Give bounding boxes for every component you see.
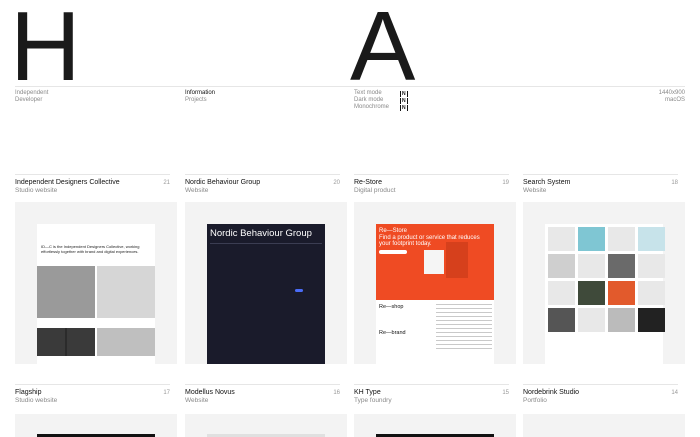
project-thumbnail[interactable] (523, 202, 685, 364)
project-card-khtype[interactable]: KH Type 15 Type foundry (354, 384, 509, 405)
search-image-grid (545, 224, 665, 335)
project-thumbnail[interactable]: Nordic Behaviour Group (185, 202, 347, 364)
project-title: Re-Store (354, 179, 383, 186)
restore-product-box (424, 250, 444, 274)
hero-letter-a: A (350, 0, 415, 101)
project-title: Flagship (15, 389, 42, 396)
project-type: Digital product (354, 187, 396, 194)
nordic-screenshot: Nordic Behaviour Group (207, 224, 325, 364)
idc-screenshot: ID—C is the Independent Designers Collec… (37, 224, 155, 364)
project-thumbnail[interactable] (15, 414, 177, 437)
project-type: Type foundry (354, 397, 392, 404)
idc-image-headphones (97, 266, 155, 318)
project-card-restore[interactable]: Re-Store 19 Digital product Re—Store Find … (354, 174, 516, 364)
project-card-idc[interactable]: Independent Designers Collective 21 Studi… (15, 174, 177, 364)
project-title: KH Type (354, 389, 381, 396)
project-thumbnail[interactable] (354, 414, 516, 437)
nav-information-link[interactable]: Information (185, 90, 215, 97)
search-screenshot (545, 224, 665, 364)
project-card-flagship[interactable]: Flagship 17 Studio website (15, 384, 170, 405)
text-mode-toggle[interactable]: N (400, 90, 408, 97)
project-type: Website (185, 397, 209, 404)
project-title: Independent Designers Collective (15, 179, 120, 186)
screen-info: 1440x900 macOS (659, 90, 685, 104)
project-thumbnail[interactable] (523, 414, 685, 437)
screen-resolution: 1440x900 (658, 90, 685, 96)
text-mode-row[interactable]: Text mode N (354, 90, 408, 97)
project-number: 18 (671, 180, 678, 186)
project-number: 14 (671, 390, 678, 396)
project-thumbnail[interactable]: Re—Store Find a product or service that r… (354, 202, 516, 364)
restore-heading: Re—Store (379, 228, 408, 234)
divider (210, 243, 322, 244)
project-card-modellus[interactable]: Modellus Novus 16 Website (185, 384, 340, 405)
nav-links: Information Projects (185, 90, 215, 104)
project-number: 19 (502, 180, 509, 186)
project-type: Portfolio (523, 397, 547, 404)
restore-hero: Re—Store Find a product or service that r… (376, 224, 494, 300)
project-number: 15 (502, 390, 509, 396)
profile-line-1: Independent (15, 90, 49, 96)
project-type: Website (185, 187, 209, 194)
text-mode-label: Text mode (354, 90, 382, 96)
header-divider (15, 86, 685, 87)
monochrome-label: Monochrome (354, 104, 390, 110)
project-title: Modellus Novus (185, 389, 235, 396)
project-number: 17 (163, 390, 170, 396)
project-thumbnail[interactable] (185, 414, 347, 437)
monochrome-row[interactable]: Monochrome N (354, 104, 408, 111)
restore-product-box-2 (446, 242, 468, 278)
project-type: Studio website (15, 397, 58, 404)
project-title: Nordic Behaviour Group (185, 179, 261, 186)
project-card-nordic[interactable]: Nordic Behaviour Group 20 Website Nordic … (185, 174, 347, 364)
hero-letter-h: H (10, 0, 81, 101)
mode-toggles: Text mode N Dark mode N Monochrome N (354, 90, 408, 111)
dark-mode-row[interactable]: Dark mode N (354, 97, 408, 104)
nordic-body-text (211, 280, 251, 283)
project-number: 21 (163, 180, 170, 186)
nordic-heading: Nordic Behaviour Group (210, 228, 312, 239)
profile-info: Independent Developer (15, 90, 48, 104)
nordic-cta (295, 289, 303, 292)
project-card-search[interactable]: Search System 18 Website (523, 174, 685, 364)
project-type: Website (523, 187, 547, 194)
dark-mode-toggle[interactable]: N (400, 97, 408, 104)
project-thumbnail[interactable]: ID—C is the Independent Designers Collec… (15, 202, 177, 364)
idc-image-product (37, 266, 95, 318)
project-type: Studio website (15, 187, 58, 194)
project-number: 16 (333, 390, 340, 396)
restore-cta (379, 250, 407, 254)
screen-os: macOS (664, 97, 685, 103)
profile-line-2: Developer (15, 97, 43, 103)
project-title: Nordebrink Studio (523, 389, 580, 396)
project-number: 20 (333, 180, 340, 186)
idc-image-device (97, 328, 155, 356)
monochrome-toggle[interactable]: N (400, 104, 408, 111)
idc-intro-text: ID—C is the Independent Designers Collec… (41, 244, 140, 254)
project-title: Search System (523, 179, 571, 186)
project-card-nordebrink[interactable]: Nordebrink Studio 14 Portfolio (523, 384, 678, 405)
dark-mode-label: Dark mode (354, 97, 384, 103)
nav-projects-link[interactable]: Projects (185, 97, 215, 104)
idc-image-phones (37, 328, 95, 356)
restore-text-column (436, 304, 492, 352)
restore-screenshot: Re—Store Find a product or service that r… (376, 224, 494, 364)
